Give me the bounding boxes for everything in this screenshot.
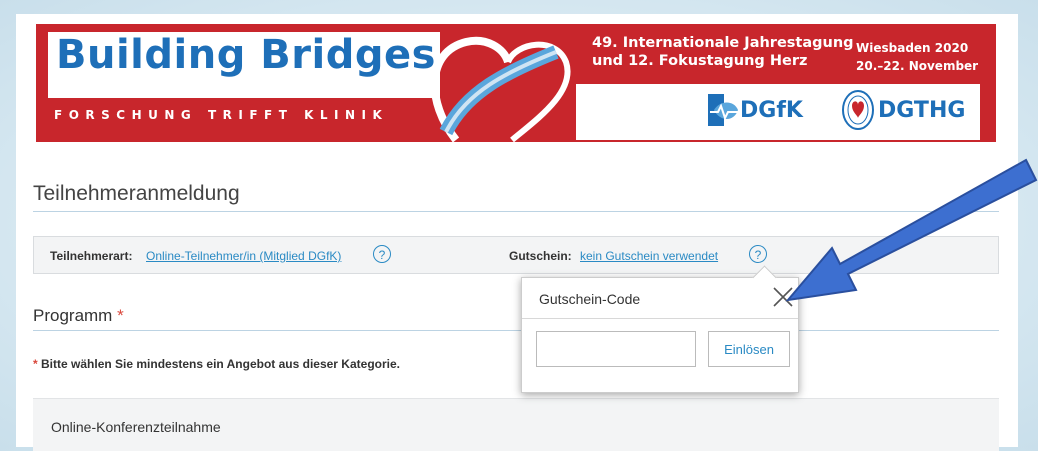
- conference-title: 49. Internationale Jahrestagung und 12. …: [592, 34, 854, 70]
- dgfk-logo-text: DGfK: [740, 98, 803, 123]
- voucher-link[interactable]: kein Gutschein verwendet: [580, 249, 718, 263]
- arrow-icon: [785, 158, 1038, 302]
- dgfk-logo-icon: [708, 94, 738, 126]
- offer-category[interactable]: Online-Konferenzteilnahme: [33, 398, 999, 451]
- required-note-text: Bitte wählen Sie mindestens ein Angebot …: [41, 357, 400, 371]
- divider: [33, 330, 999, 331]
- brand-subtitle: FORSCHUNG TRIFFT KLINIK: [54, 108, 389, 122]
- help-icon[interactable]: ?: [373, 245, 391, 263]
- participant-type-label: Teilnehmerart:: [50, 249, 133, 263]
- required-marker: *: [117, 306, 124, 325]
- conference-title-line1: 49. Internationale Jahrestagung: [592, 35, 854, 51]
- popover-title: Gutschein-Code: [539, 291, 641, 307]
- page-title: Teilnehmeranmeldung: [33, 182, 240, 205]
- dgthg-logo-icon: [842, 90, 874, 130]
- voucher-code-popover: Gutschein-Code Einlösen: [521, 265, 799, 393]
- conference-place: Wiesbaden 2020 20.–22. November: [856, 39, 978, 75]
- required-marker: *: [33, 357, 38, 371]
- brand-title: Building Bridges: [56, 32, 436, 78]
- conference-title-line2: und 12. Fokustagung Herz: [592, 53, 808, 69]
- required-note: * Bitte wählen Sie mindestens ein Angebo…: [33, 357, 400, 371]
- participant-type-link[interactable]: Online-Teilnehmer/in (Mitglied DGfK): [146, 249, 341, 263]
- program-title-text: Programm: [33, 306, 113, 325]
- help-icon[interactable]: ?: [749, 245, 767, 263]
- conference-place-line2: 20.–22. November: [856, 59, 979, 73]
- conference-place-line1: Wiesbaden 2020: [856, 41, 969, 55]
- program-section-title: Programm *: [33, 306, 124, 326]
- voucher-label: Gutschein:: [509, 249, 572, 263]
- redeem-button[interactable]: Einlösen: [708, 331, 790, 367]
- dgthg-logo-text: DGTHG: [878, 98, 966, 123]
- divider: [522, 318, 798, 319]
- offer-category-title: Online-Konferenzteilnahme: [51, 419, 221, 435]
- voucher-code-input[interactable]: [536, 331, 696, 367]
- conference-banner: Building Bridges FORSCHUNG TRIFFT KLINIK…: [36, 24, 996, 142]
- heart-logo-icon: [430, 36, 571, 142]
